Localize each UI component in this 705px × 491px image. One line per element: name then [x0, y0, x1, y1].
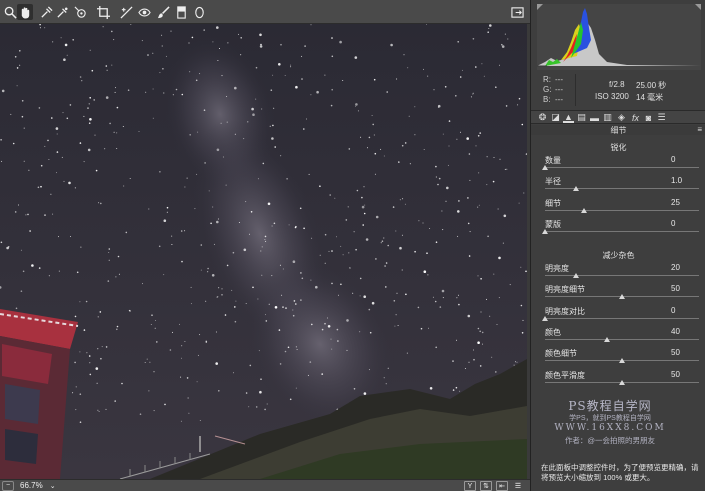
- status-bar: − 66.7% ⌄ Y ⇅ ⇤ ☰: [0, 479, 530, 491]
- noise-slider-thumb[interactable]: [619, 294, 625, 300]
- g-value: ---: [555, 85, 563, 94]
- detail-tab-icon[interactable]: ▲: [563, 112, 574, 123]
- night-sky-photo: [0, 24, 527, 479]
- noise-slider-track[interactable]: [545, 317, 699, 319]
- noise-slider-value[interactable]: 50: [671, 284, 680, 293]
- hand-tool-icon[interactable]: [17, 4, 33, 20]
- noise-slider-track[interactable]: [545, 275, 699, 276]
- zoom-dropdown-icon[interactable]: ⌄: [47, 481, 59, 491]
- crop-tool-icon[interactable]: [95, 4, 111, 20]
- camera-calibration-tab-icon[interactable]: ◙: [643, 112, 654, 123]
- noise-slider-label: 明亮度对比: [545, 306, 585, 316]
- photo-canvas[interactable]: [0, 24, 527, 479]
- noise-slider-label: 颜色: [545, 327, 561, 337]
- basic-tab-icon[interactable]: ❂: [537, 112, 548, 123]
- noise-group-title: 减少杂色: [602, 251, 635, 260]
- straighten-tool-icon[interactable]: [118, 4, 134, 20]
- b-value: ---: [555, 95, 563, 104]
- adjustment-brush-tool-icon[interactable]: [155, 4, 171, 20]
- noise-slider-label: 颜色平滑度: [545, 370, 585, 380]
- noise-slider-thumb[interactable]: [572, 273, 579, 278]
- noise-slider-label: 明亮度细节: [545, 285, 585, 295]
- hsl-tab-icon[interactable]: ▤: [576, 112, 587, 123]
- preview-note: 在此面板中调整控件时，为了便预览更精确，请将预览大小缩放到 100% 或更大。: [541, 463, 699, 482]
- g-label: G:: [543, 85, 552, 94]
- tone-curve-tab-icon[interactable]: ◪: [550, 112, 561, 123]
- noise-slider-value[interactable]: 0: [671, 306, 675, 315]
- toolbar: [0, 0, 530, 24]
- noise-slider-track[interactable]: [545, 338, 699, 340]
- noise-slider-thumb[interactable]: [619, 358, 625, 364]
- aperture-value: f/2.8: [609, 80, 625, 89]
- noise-slider-label: 明亮度: [545, 264, 569, 273]
- sharpen-slider-thumb[interactable]: [580, 207, 587, 213]
- copy-settings-icon[interactable]: ⇤: [496, 481, 508, 491]
- sharpen-slider-thumb[interactable]: [542, 228, 548, 234]
- b-label: B:: [543, 95, 551, 104]
- watermark-title: PS教程自学网: [568, 399, 652, 413]
- sharpen-slider-value[interactable]: 0: [671, 219, 675, 228]
- watermark-url: WWW.16XX8.COM: [554, 423, 666, 433]
- white-balance-tool-icon[interactable]: [38, 4, 54, 20]
- zoom-tool-icon[interactable]: [2, 4, 18, 20]
- noise-slider-thumb[interactable]: [603, 336, 610, 342]
- lens-corrections-tab-icon[interactable]: ▥: [602, 112, 613, 123]
- iso-value: ISO 3200: [595, 92, 629, 101]
- sharpen-slider-thumb[interactable]: [572, 186, 579, 192]
- presets-tab-icon[interactable]: ☰: [656, 112, 667, 123]
- sharpen-slider-track[interactable]: [545, 230, 699, 232]
- focal-length-value: 14 毫米: [636, 93, 664, 102]
- shutter-value: 25.00 秒: [636, 81, 667, 90]
- sharpen-slider-value[interactable]: 0: [671, 155, 675, 164]
- preview-settings-icon[interactable]: ☰: [512, 481, 524, 491]
- sharpen-slider-value[interactable]: 1.0: [671, 176, 682, 185]
- noise-slider-value[interactable]: 50: [671, 348, 680, 357]
- noise-slider-value[interactable]: 50: [671, 370, 680, 379]
- noise-slider-thumb[interactable]: [542, 315, 548, 321]
- radial-filter-tool-icon[interactable]: [191, 4, 207, 20]
- red-eye-tool-icon[interactable]: [136, 4, 152, 20]
- section-title-bar: 细节 ≡: [531, 125, 705, 135]
- color-sampler-tool-icon[interactable]: [54, 4, 70, 20]
- section-title: 细节: [610, 126, 627, 135]
- r-value: ---: [555, 75, 563, 84]
- histogram: [537, 4, 701, 70]
- sharpen-slider-label: 细节: [545, 198, 561, 208]
- transform-tab-icon[interactable]: ◈: [616, 112, 627, 123]
- zoom-out-button[interactable]: −: [2, 480, 14, 491]
- watermark-author: 作者：@一会拍照的男朋友: [564, 436, 656, 445]
- effects-tab-icon[interactable]: fx: [630, 112, 641, 123]
- sharpen-slider-value[interactable]: 25: [671, 198, 680, 207]
- r-label: R:: [543, 75, 551, 84]
- target-adjustment-tool-icon[interactable]: [72, 4, 88, 20]
- noise-slider-thumb[interactable]: [619, 379, 625, 385]
- sharpen-group-title: 锐化: [610, 143, 627, 152]
- noise-slider-value[interactable]: 40: [671, 327, 680, 336]
- panel-menu-icon[interactable]: ≡: [697, 125, 702, 134]
- graduated-filter-tool-icon[interactable]: [173, 4, 189, 20]
- watermark-subtitle: 学PS，就到PS教程自学网: [569, 415, 651, 422]
- fullscreen-icon[interactable]: [509, 4, 525, 20]
- zoom-level[interactable]: 66.7%: [20, 481, 43, 490]
- noise-slider-label: 颜色细节: [545, 349, 577, 359]
- sharpen-slider-track[interactable]: [545, 188, 699, 190]
- split-toning-tab-icon[interactable]: ▬: [589, 112, 600, 123]
- sharpen-slider-track[interactable]: [545, 167, 699, 168]
- sharpen-slider-label: 半径: [545, 177, 561, 187]
- swap-settings-icon[interactable]: ⇅: [480, 481, 492, 491]
- before-after-toggle-button[interactable]: Y: [464, 481, 476, 491]
- sharpen-slider-track[interactable]: [545, 209, 699, 211]
- noise-slider-value[interactable]: 20: [671, 263, 680, 272]
- sharpen-slider-thumb[interactable]: [542, 165, 548, 170]
- camera-readout: R: --- G: --- B: --- f/2.8 25.00 秒 ISO 3…: [537, 74, 701, 106]
- panel-tab-strip: ❂ ◪ ▲ ▤ ▬ ▥ ◈ fx ◙ ☰: [531, 110, 705, 124]
